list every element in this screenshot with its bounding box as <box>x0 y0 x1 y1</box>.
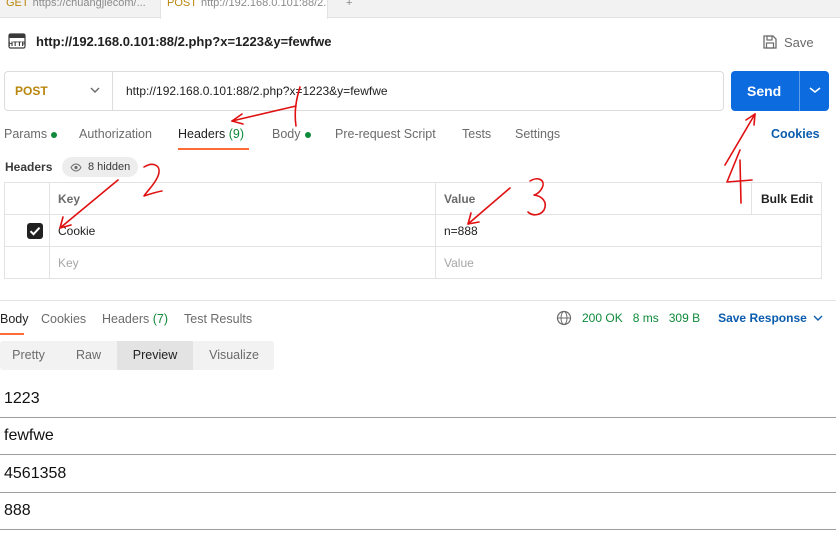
send-divider <box>799 71 800 111</box>
url-input[interactable]: http://192.168.0.101:88/2.php?x=1223&y=f… <box>126 72 388 110</box>
checkmark-icon <box>29 227 41 236</box>
response-tabs: Body Cookies Headers (7) Test Results 20… <box>0 306 840 335</box>
response-size[interactable]: 309 B <box>669 311 700 325</box>
eye-icon <box>70 162 82 172</box>
tab-label: Body <box>272 127 301 141</box>
browser-tab-2[interactable]: POST http://192.168.0.101:88/2... <box>160 0 328 19</box>
request-tabs: Params Authorization Headers (9) Body Pr… <box>0 121 840 151</box>
preview-text: 1223 <box>4 390 40 407</box>
preview-text: fewfwe <box>4 427 54 444</box>
headers-section-label: Headers <box>5 160 53 174</box>
column-divider <box>435 183 436 278</box>
browser-tab-1[interactable]: GET https://chuangjiecom/... <box>0 0 158 18</box>
response-divider <box>0 300 836 301</box>
header-value-input[interactable]: n=888 <box>444 215 478 247</box>
preview-line: 1223 <box>0 380 836 418</box>
chevron-down-icon <box>90 87 100 93</box>
http-file-icon: HTTP <box>8 33 26 49</box>
svg-text:HTTP: HTTP <box>8 41 26 48</box>
status-dot <box>51 131 58 138</box>
tab-pre-request-script[interactable]: Pre-request Script <box>335 127 436 141</box>
tab-count: (7) <box>152 312 169 326</box>
column-divider <box>49 183 50 278</box>
column-header-value: Value <box>444 192 476 206</box>
view-pretty[interactable]: Pretty <box>0 341 57 370</box>
save-response-button[interactable]: Save Response <box>718 311 823 325</box>
tab-response-body[interactable]: Body <box>0 312 29 326</box>
preview-line: 4561358 <box>0 455 836 493</box>
send-button[interactable]: Send <box>731 71 829 111</box>
preview-line: fewfwe <box>0 417 836 455</box>
bulk-edit-button[interactable]: Bulk Edit <box>761 183 813 215</box>
column-divider <box>751 183 752 215</box>
header-key-input[interactable]: Cookie <box>58 215 95 247</box>
save-button[interactable]: Save <box>762 31 814 53</box>
save-label: Save <box>784 34 814 50</box>
active-tab-indicator <box>0 333 24 335</box>
active-tab-indicator <box>178 148 249 150</box>
status-dot <box>304 131 311 138</box>
chevron-down-icon <box>813 315 823 321</box>
url-bar: POST http://192.168.0.101:88/2.php?x=122… <box>4 71 724 111</box>
hidden-count: 8 hidden <box>88 161 131 173</box>
response-status: 200 OK 8 ms 309 B Save Response <box>556 310 823 326</box>
method-label: POST <box>15 84 48 98</box>
request-name[interactable]: http://192.168.0.101:88/2.php?x=1223&y=f… <box>36 34 332 49</box>
tab-method: GET <box>6 0 29 9</box>
preview-line: 888 <box>0 492 836 530</box>
request-header: HTTP http://192.168.0.101:88/2.php?x=122… <box>0 28 840 56</box>
view-raw[interactable]: Raw <box>60 341 117 370</box>
column-header-key: Key <box>58 192 81 206</box>
tab-tests[interactable]: Tests <box>462 127 491 141</box>
tab-authorization[interactable]: Authorization <box>79 127 152 141</box>
view-visualize[interactable]: Visualize <box>194 341 274 370</box>
tab-response-cookies[interactable]: Cookies <box>41 312 86 326</box>
tab-test-results[interactable]: Test Results <box>184 312 252 326</box>
new-tab-button[interactable]: + <box>340 0 360 18</box>
hidden-headers-toggle[interactable]: 8 hidden <box>62 157 139 177</box>
new-value-input[interactable]: Value <box>444 247 474 279</box>
globe-icon[interactable] <box>556 310 572 326</box>
tab-label: Headers <box>102 312 150 326</box>
preview-text: 4561358 <box>4 465 67 482</box>
tab-strip: GET https://chuangjiecom/... POST http://1… <box>0 0 840 19</box>
method-select[interactable]: POST <box>5 72 113 110</box>
send-label: Send <box>747 83 782 99</box>
tab-method: POST <box>167 0 197 9</box>
response-time[interactable]: 8 ms <box>633 311 659 325</box>
preview-text: 888 <box>4 502 31 519</box>
chevron-down-icon[interactable] <box>809 86 821 94</box>
headers-table: Key Value Bulk Edit Cookie n=888 Key Val… <box>4 182 822 279</box>
save-icon <box>763 35 777 49</box>
tab-response-headers[interactable]: Headers (7) <box>102 312 168 326</box>
table-header-row: Key Value Bulk Edit <box>5 183 821 215</box>
tab-label: Params <box>4 127 48 141</box>
view-mode-switcher: Pretty Raw Preview Visualize <box>0 341 274 370</box>
tab-params[interactable]: Params <box>4 127 58 141</box>
tab-settings[interactable]: Settings <box>515 127 560 141</box>
cookies-link[interactable]: Cookies <box>771 127 820 141</box>
tab-headers[interactable]: Headers (9) <box>178 127 244 141</box>
tab-count: (9) <box>228 127 245 141</box>
tab-label: https://chuangjiecom/... <box>32 0 146 9</box>
tab-label: http://192.168.0.101:88/2... <box>200 0 328 9</box>
new-key-input[interactable]: Key <box>58 247 79 279</box>
tab-label: Headers <box>178 127 226 141</box>
header-enabled-checkbox[interactable] <box>27 223 43 239</box>
status-code[interactable]: 200 OK <box>582 311 623 325</box>
table-row: Cookie n=888 <box>5 215 821 247</box>
view-preview[interactable]: Preview <box>117 341 193 370</box>
tab-body[interactable]: Body <box>272 127 311 141</box>
table-row-empty: Key Value <box>5 247 821 279</box>
save-response-label: Save Response <box>718 311 807 325</box>
